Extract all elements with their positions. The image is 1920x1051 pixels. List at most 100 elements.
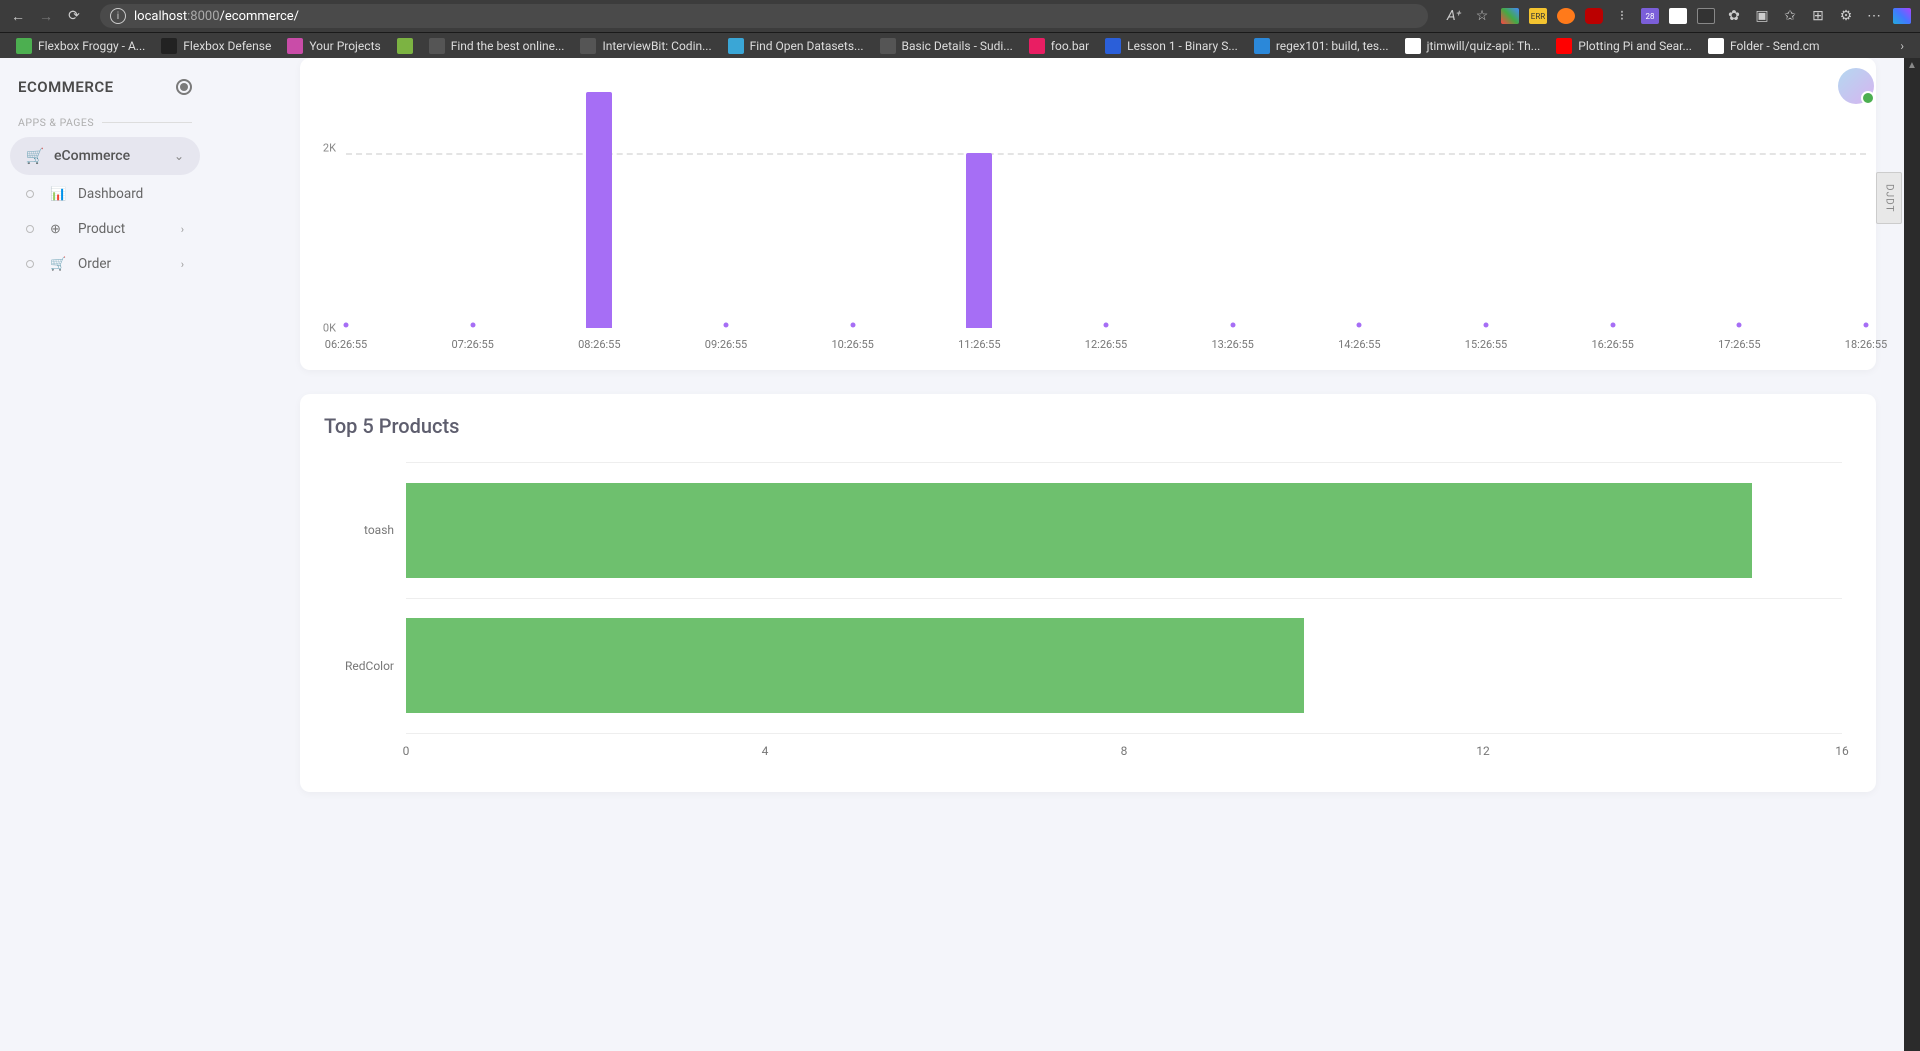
ext-icon-7[interactable]: [1668, 6, 1688, 26]
bookmark-item[interactable]: Folder - Send.cm: [1702, 36, 1826, 56]
x-tick: 11:26:55: [958, 338, 1000, 351]
ext-icon-3[interactable]: [1556, 6, 1576, 26]
cart-icon: 🛒: [50, 257, 66, 272]
data-point: [724, 323, 729, 328]
forward-button[interactable]: →: [36, 6, 56, 26]
chevron-right-icon: ›: [181, 223, 184, 236]
bookmark-label: Your Projects: [309, 39, 380, 53]
bookmark-item[interactable]: Find Open Datasets...: [722, 36, 870, 56]
chevron-right-icon: ›: [181, 258, 184, 271]
nav-product[interactable]: ⊕ Product ›: [10, 212, 200, 246]
category-label: RedColor: [345, 659, 394, 673]
bookmark-favicon: [287, 38, 303, 54]
x-tick: 12:26:55: [1085, 338, 1127, 351]
menu-icon[interactable]: ⋯: [1864, 6, 1884, 26]
hourly-chart-card: 0K2K 06:26:5507:26:5508:26:5509:26:5510:…: [300, 58, 1876, 370]
bookmark-favicon: [580, 38, 596, 54]
sidebar-pin-toggle[interactable]: [176, 79, 192, 95]
x-tick: 0: [403, 744, 410, 758]
favorite-icon[interactable]: ☆: [1472, 6, 1492, 26]
x-tick: 09:26:55: [705, 338, 747, 351]
data-point: [850, 323, 855, 328]
bookmark-label: Basic Details - Sudi...: [902, 39, 1013, 53]
ext-icon-6[interactable]: 28: [1640, 6, 1660, 26]
bookmark-label: InterviewBit: Codin...: [602, 39, 711, 53]
x-tick: 15:26:55: [1465, 338, 1507, 351]
data-point: [1610, 323, 1615, 328]
x-tick: 07:26:55: [451, 338, 493, 351]
url-bar[interactable]: i localhost:8000/ecommerce/: [100, 4, 1428, 28]
bookmark-item[interactable]: InterviewBit: Codin...: [574, 36, 717, 56]
data-point: [1864, 323, 1869, 328]
bookmark-favicon: [1029, 38, 1045, 54]
bookmark-item[interactable]: regex101: build, tes...: [1248, 36, 1395, 56]
back-button[interactable]: ←: [8, 6, 28, 26]
bookmark-item[interactable]: Flexbox Froggy - A...: [10, 36, 151, 56]
read-aloud-icon[interactable]: A⁺: [1444, 6, 1464, 26]
category-label: toash: [364, 523, 394, 537]
x-tick: 4: [762, 744, 769, 758]
bookmark-item[interactable]: Plotting Pi and Sear...: [1550, 36, 1698, 56]
site-info-icon[interactable]: i: [110, 8, 126, 24]
settings-icon[interactable]: ⚙: [1836, 6, 1856, 26]
nav-ecommerce-label: eCommerce: [54, 148, 130, 164]
bookmark-label: Find the best online...: [451, 39, 565, 53]
bookmark-favicon: [397, 38, 413, 54]
bookmark-label: Flexbox Froggy - A...: [38, 39, 145, 53]
bookmark-item[interactable]: Find the best online...: [423, 36, 571, 56]
bookmark-favicon: [1405, 38, 1421, 54]
x-tick: 10:26:55: [831, 338, 873, 351]
bookmark-item[interactable]: Your Projects: [281, 36, 386, 56]
y-tick: 0K: [323, 322, 336, 335]
bookmark-item[interactable]: Flexbox Defense: [155, 36, 277, 56]
ext-icon-1[interactable]: [1500, 6, 1520, 26]
data-point: [1484, 323, 1489, 328]
bookmark-favicon: [1708, 38, 1724, 54]
sidebar-header: ECOMMERCE: [0, 68, 210, 110]
bookmark-favicon: [880, 38, 896, 54]
bookmark-favicon: [16, 38, 32, 54]
reload-button[interactable]: ⟳: [64, 6, 84, 26]
nav-ecommerce[interactable]: 🛒 eCommerce ⌄: [10, 137, 200, 175]
bookmark-label: Flexbox Defense: [183, 39, 271, 53]
bar: [406, 483, 1752, 578]
collections-icon[interactable]: ⊞: [1808, 6, 1828, 26]
bar: [966, 153, 992, 328]
x-tick: 8: [1121, 744, 1128, 758]
ext-icon-4[interactable]: [1584, 6, 1604, 26]
data-point: [1104, 323, 1109, 328]
ext-icon-5[interactable]: ⁝: [1612, 6, 1632, 26]
url-path: /ecommerce/: [220, 9, 300, 24]
nav-product-label: Product: [78, 221, 125, 237]
bookmark-item[interactable]: Basic Details - Sudi...: [874, 36, 1019, 56]
ext-icon-8[interactable]: [1696, 6, 1716, 26]
chevron-down-icon: ⌄: [174, 149, 184, 163]
bookmarks-overflow[interactable]: ›: [1894, 39, 1910, 53]
bar: [586, 92, 612, 328]
nav-order[interactable]: 🛒 Order ›: [10, 247, 200, 281]
nav-dashboard-label: Dashboard: [78, 186, 143, 202]
top-products-chart: toashRedColor 0481216: [344, 462, 1852, 762]
bookmark-item[interactable]: jtimwill/quiz-api: Th...: [1399, 36, 1547, 56]
bookmark-item[interactable]: Lesson 1 - Binary S...: [1099, 36, 1244, 56]
bookmark-item[interactable]: [391, 36, 419, 56]
top-products-card: Top 5 Products toashRedColor 0481216: [300, 394, 1876, 792]
favorites-icon[interactable]: ✩: [1780, 6, 1800, 26]
split-icon[interactable]: ▣: [1752, 6, 1772, 26]
y-tick: 2K: [323, 142, 336, 155]
bar: [406, 618, 1304, 713]
bookmark-label: Lesson 1 - Binary S...: [1127, 39, 1238, 53]
nav-dashboard[interactable]: 📊 Dashboard: [10, 177, 200, 211]
debug-toolbar-tab[interactable]: DJDT: [1876, 172, 1902, 224]
bookmark-favicon: [429, 38, 445, 54]
ext-icon-2[interactable]: ERR: [1528, 6, 1548, 26]
bookmark-label: Plotting Pi and Sear...: [1578, 39, 1692, 53]
hourly-chart: 0K2K 06:26:5507:26:5508:26:5509:26:5510:…: [300, 58, 1876, 358]
copilot-icon[interactable]: [1892, 6, 1912, 26]
extensions-icon[interactable]: ✿: [1724, 6, 1744, 26]
package-icon: ⊕: [50, 222, 66, 237]
data-point: [470, 323, 475, 328]
x-tick: 06:26:55: [325, 338, 367, 351]
vertical-scrollbar[interactable]: ▲: [1904, 58, 1920, 1051]
bookmark-item[interactable]: foo.bar: [1023, 36, 1095, 56]
